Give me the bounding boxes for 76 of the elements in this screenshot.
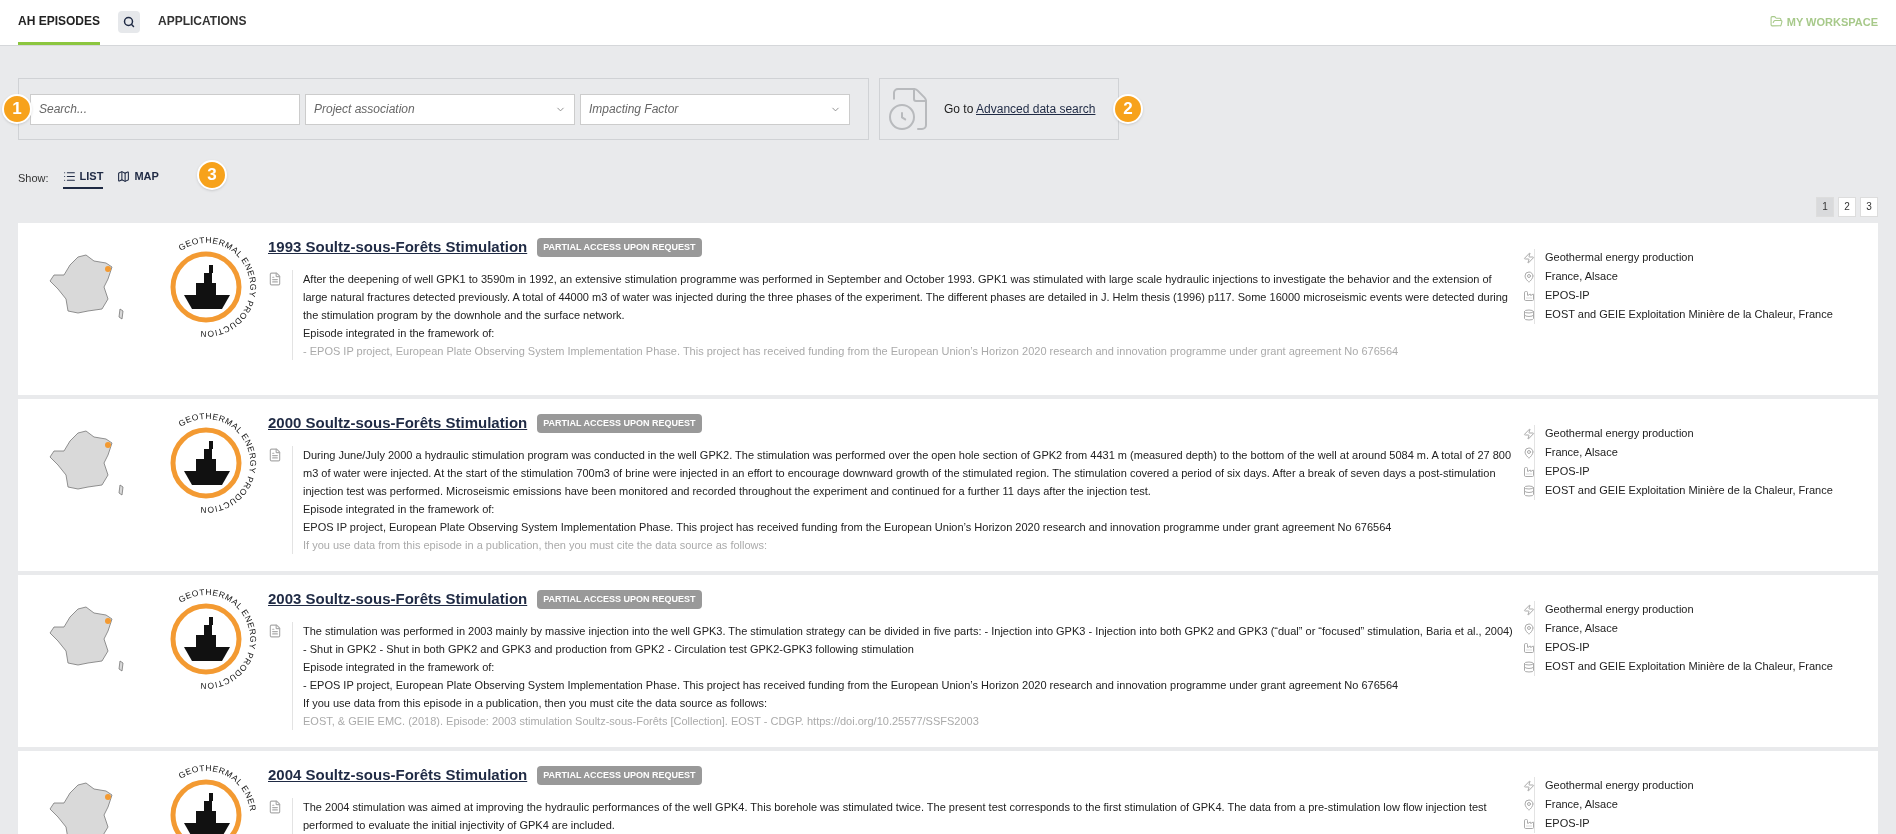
description-text: Episode integrated in the framework of: — [303, 659, 496, 675]
folder-icon — [1769, 15, 1783, 29]
search-button[interactable] — [118, 11, 141, 33]
search-icon — [123, 16, 136, 28]
document-icon — [268, 447, 282, 462]
episode-meta-text: France, Alsace — [1545, 621, 1618, 637]
episode-meta-text: Geothermal energy production — [1545, 778, 1694, 794]
description-text: If you use data from this episode in a publication, then you must cite the data source as follows: — [303, 695, 769, 711]
episode-meta-text: Geothermal energy production — [1545, 602, 1694, 618]
map-icon — [117, 169, 131, 183]
dropdown-select[interactable]: Project association — [305, 93, 575, 125]
access-badge: PARTIAL ACCESS UPON REQUEST — [537, 237, 702, 258]
episode-meta-text: France, Alsace — [1545, 797, 1618, 813]
episode-meta-text: France, Alsace — [1545, 269, 1618, 285]
page-button[interactable]: 2 — [1838, 196, 1856, 217]
description-text: - EPOS IP project, European Plate Observing System Implementation Phase. This project has received funding from the European Union’s Horizon 2020 research and innovation programme under grant agreement No 676564 — [303, 343, 1400, 359]
bolt-icon — [1523, 427, 1535, 440]
access-badge: PARTIAL ACCESS UPON REQUEST — [537, 413, 702, 434]
map-pin-icon — [1523, 270, 1535, 283]
step-number-badge: 3 — [197, 160, 227, 190]
view-toggle[interactable]: LIST — [62, 168, 104, 189]
description-text: Episode integrated in the framework of: — [303, 501, 496, 517]
dropdown-select[interactable]: Impacting Factor — [580, 93, 850, 125]
nav-tab[interactable]: AH EPISODES — [18, 0, 101, 45]
episode-title-link[interactable]: 2004 Soultz-sous-Forêts Stimulation — [268, 764, 528, 787]
database-icon — [1523, 484, 1535, 497]
description-text: The 2004 stimulation was aimed at improving the hydraulic performances of the well GPK4. This borehole was stimulated twice. The present test corresponds to the first stimulation of GPK4. The data from a pre-stimulation low flow injection test performed to evaluate the initial injectivity of GPK4 are included. — [303, 799, 1488, 833]
access-badge: PARTIAL ACCESS UPON REQUEST — [537, 765, 702, 786]
description-text: The stimulation was performed in 2003 mainly by massive injection into the well GPK3. The stimulation strategy can be divided in five parts: - Injection into GPK3 - Injection into both GPK2 and GPK3 (“dual” or “focused” stimulation, Baria et al., 2004) - Shut in GPK2 - Shut in both GPK2 and GPK3 and production from GPK2 - Circulation test GPK2-GPK3 following stimulation — [303, 623, 1514, 657]
description-text: EPOS IP project, European Plate Observing System Implementation Phase. This project has received funding from the European Union’s Horizon 2020 research and innovation programme under grant agreement No 676564 — [303, 519, 1393, 535]
advanced-search-link[interactable]: Advanced data search — [976, 102, 1096, 116]
access-badge: PARTIAL ACCESS UPON REQUEST — [537, 589, 702, 610]
database-icon — [1523, 308, 1535, 321]
episode-meta-text: EPOS-IP — [1545, 816, 1590, 832]
description-text: After the deepening of well GPK1 to 3590m in 1992, an extensive stimulation programme was performed in September and October 1993. GPK1 was stimulated with large scale hydraulic injections to investigate the behavior and the extension of large natural fractures detected previously. A total of 44000 m3 of water was injected during the three phases of the experiment. The different phases are detailed in J. Helm thesis (1996) p117. Some 16000 microseismic events were detected during the stimulation program by the downhole and the surface network. — [303, 271, 1509, 323]
description-text: Episode integrated in the framework of: — [303, 325, 496, 341]
page-button[interactable]: 1 — [1816, 196, 1834, 217]
factory-icon — [1523, 465, 1535, 478]
bolt-icon — [1523, 251, 1535, 264]
description-text: If you use data from this episode in a publication, then you must cite the data source as follows: — [303, 537, 769, 553]
episode-meta-text: Geothermal energy production — [1545, 250, 1694, 266]
episode-meta-text: Geothermal energy production — [1545, 426, 1694, 442]
episode-meta-text: France, Alsace — [1545, 445, 1618, 461]
step-number-badge: 2 — [1113, 94, 1143, 124]
search-field[interactable]: Search... — [30, 93, 300, 125]
document-icon — [268, 271, 282, 286]
bolt-icon — [1523, 779, 1535, 792]
bolt-icon — [1523, 603, 1535, 616]
episode-meta-text: EOST and GEIE Exploitation Minière de la Chaleur, France — [1545, 307, 1833, 323]
factory-icon — [1523, 289, 1535, 302]
list-icon — [62, 169, 76, 183]
map-pin-icon — [1523, 622, 1535, 635]
factory-icon — [1523, 817, 1535, 830]
episode-meta-text: EOST and GEIE Exploitation Minière de la Chaleur, France — [1545, 483, 1833, 499]
show-label: Show: — [18, 171, 49, 186]
episode-meta-text: EPOS-IP — [1545, 288, 1590, 304]
step-number-badge: 1 — [2, 94, 32, 124]
map-pin-icon — [1523, 798, 1535, 811]
view-toggle[interactable]: MAP — [117, 168, 159, 189]
description-text: During June/July 2000 a hydraulic stimulation program was conducted in the well GPK2. The stimulation was performed over the open hole section of GPK2 from 4431 m (measured depth) to the bottom of the well at around 5084 m. A total of 27 800 m3 of water were injected. At the start of the stimulation 700m3 of brine were injected in an effort to encourage downward growth of the stimulated region. The stimulation covered a period of six days. After a break of seven days a post-stimulation injection test was performed. Microseismic emissions have been monitored and recorded throughout the experiment and continued for a further 11 days after the injection test. — [303, 447, 1513, 499]
description-text: - EPOS IP project, European Plate Observing System Implementation Phase. This project has received funding from the European Union’s Horizon 2020 research and innovation programme under grant agreement No 676564 — [303, 677, 1400, 693]
episode-title-link[interactable]: 2000 Soultz-sous-Forêts Stimulation — [268, 412, 528, 435]
document-icon — [268, 623, 282, 638]
factory-icon — [1523, 641, 1535, 654]
episode-title-link[interactable]: 2003 Soultz-sous-Forêts Stimulation — [268, 588, 528, 611]
document-icon — [268, 799, 282, 814]
episode-title-link[interactable]: 1993 Soultz-sous-Forêts Stimulation — [268, 236, 528, 259]
description-text: EOST, & GEIE EMC. (2018). Episode: 2003 stimulation Soultz-sous-Forêts [Collection]. EOST - CDGP. https://doi.org/10.25577/SSFS2003 — [303, 713, 980, 729]
episode-meta-text: EPOS-IP — [1545, 464, 1590, 480]
map-pin-icon — [1523, 446, 1535, 459]
database-icon — [1523, 660, 1535, 673]
nav-tab[interactable]: APPLICATIONS — [158, 0, 247, 45]
advanced-search-text: Go to Advanced data search — [944, 101, 1096, 118]
episode-meta-text: EOST and GEIE Exploitation Minière de la Chaleur, France — [1545, 659, 1833, 675]
page-button[interactable]: 3 — [1860, 196, 1878, 217]
episode-meta-text: EPOS-IP — [1545, 640, 1590, 656]
